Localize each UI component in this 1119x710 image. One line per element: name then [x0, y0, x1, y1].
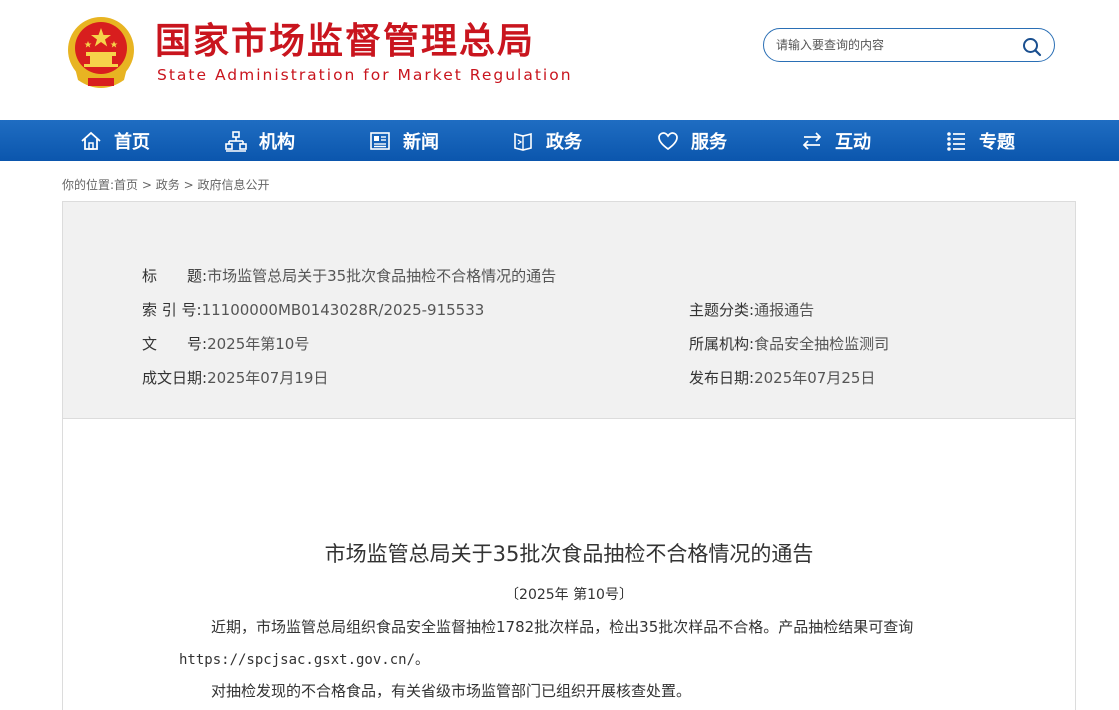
main-nav: 首页 机构 新闻 政务 服务 互动 专题 [0, 120, 1119, 161]
meta-index: 索 引 号:11100000MB0143028R/2025-915533 [142, 300, 484, 320]
breadcrumb-prefix: 你的位置: [62, 178, 115, 192]
book-icon [514, 132, 532, 151]
article-result-link[interactable]: https://spcjsac.gsxt.gov.cn/。 [179, 650, 429, 670]
breadcrumb-home[interactable]: 首页 [114, 178, 138, 192]
nav-label: 新闻 [403, 131, 439, 153]
list-icon [947, 131, 965, 151]
nav-label: 服务 [691, 131, 727, 153]
meta-index-label: 索 引 号: [142, 301, 202, 319]
meta-docno-value: 2025年第10号 [207, 335, 310, 353]
search-input[interactable] [776, 35, 1016, 55]
breadcrumb-separator: > [138, 178, 156, 192]
org-chart-icon [225, 130, 247, 152]
article-paragraph-2: 对抽检发现的不合格食品，有关省级市场监管部门已组织开展核查处置。 [211, 682, 692, 700]
site-subtitle: State Administration for Market Regulati… [157, 66, 573, 84]
search-box [763, 28, 1055, 62]
national-emblem-icon[interactable] [66, 14, 136, 90]
meta-title: 标 题:市场监管总局关于35批次食品抽检不合格情况的通告 [142, 266, 556, 286]
meta-category-value: 通报通告 [754, 301, 815, 319]
meta-docno: 文 号:2025年第10号 [142, 334, 309, 354]
nav-label: 专题 [979, 131, 1015, 153]
nav-label: 互动 [835, 131, 871, 153]
meta-org-label: 所属机构: [689, 335, 755, 353]
meta-title-value: 市场监管总局关于35批次食品抽检不合格情况的通告 [207, 267, 557, 285]
swap-arrows-icon [802, 131, 822, 150]
meta-publish-label: 发布日期: [689, 369, 755, 387]
meta-publish-value: 2025年07月25日 [754, 369, 876, 387]
breadcrumb-info-public[interactable]: 政府信息公开 [197, 178, 269, 192]
nav-item-home[interactable]: 首页 [80, 120, 150, 161]
article-title: 市场监管总局关于35批次食品抽检不合格情况的通告 [324, 542, 814, 566]
meta-date-label: 成文日期: [142, 369, 208, 387]
meta-org-value: 食品安全抽检监测司 [754, 335, 890, 353]
nav-item-org[interactable]: 机构 [225, 120, 295, 161]
newspaper-icon [370, 131, 390, 150]
breadcrumb: 你的位置:首页 > 政务 > 政府信息公开 [62, 176, 269, 193]
article-container: 标 题:市场监管总局关于35批次食品抽检不合格情况的通告 索 引 号:11100… [62, 201, 1076, 710]
meta-date-value: 2025年07月19日 [207, 369, 329, 387]
nav-label: 政务 [546, 131, 582, 153]
breadcrumb-gov[interactable]: 政务 [156, 178, 180, 192]
meta-org: 所属机构:食品安全抽检监测司 [689, 334, 889, 354]
heart-icon [658, 131, 678, 150]
meta-category: 主题分类:通报通告 [689, 300, 814, 320]
meta-title-label: 标 题: [142, 267, 208, 285]
home-icon [81, 131, 101, 150]
document-meta-panel: 标 题:市场监管总局关于35批次食品抽检不合格情况的通告 索 引 号:11100… [63, 202, 1075, 419]
meta-docno-label: 文 号: [142, 335, 208, 353]
breadcrumb-separator: > [179, 178, 198, 192]
nav-item-news[interactable]: 新闻 [369, 120, 439, 161]
nav-item-topics[interactable]: 专题 [945, 120, 1015, 161]
article-paragraph-1: 近期，市场监管总局组织食品安全监督抽检1782批次样品，检出35批次样品不合格。… [211, 618, 914, 636]
meta-date: 成文日期:2025年07月19日 [142, 368, 328, 388]
site-title[interactable]: 国家市场监督管理总局 [155, 20, 535, 64]
nav-item-interact[interactable]: 互动 [801, 120, 871, 161]
meta-category-label: 主题分类: [689, 301, 755, 319]
site-header: 国家市场监督管理总局 State Administration for Mark… [0, 0, 1119, 120]
nav-item-service[interactable]: 服务 [657, 120, 727, 161]
nav-item-gov[interactable]: 政务 [512, 120, 582, 161]
search-icon[interactable] [1022, 37, 1042, 57]
nav-label: 首页 [114, 131, 150, 153]
meta-publish: 发布日期:2025年07月25日 [689, 368, 875, 388]
article-doc-number: 〔2025年 第10号〕 [505, 587, 633, 603]
nav-label: 机构 [259, 131, 295, 153]
meta-index-value: 11100000MB0143028R/2025-915533 [201, 301, 485, 319]
